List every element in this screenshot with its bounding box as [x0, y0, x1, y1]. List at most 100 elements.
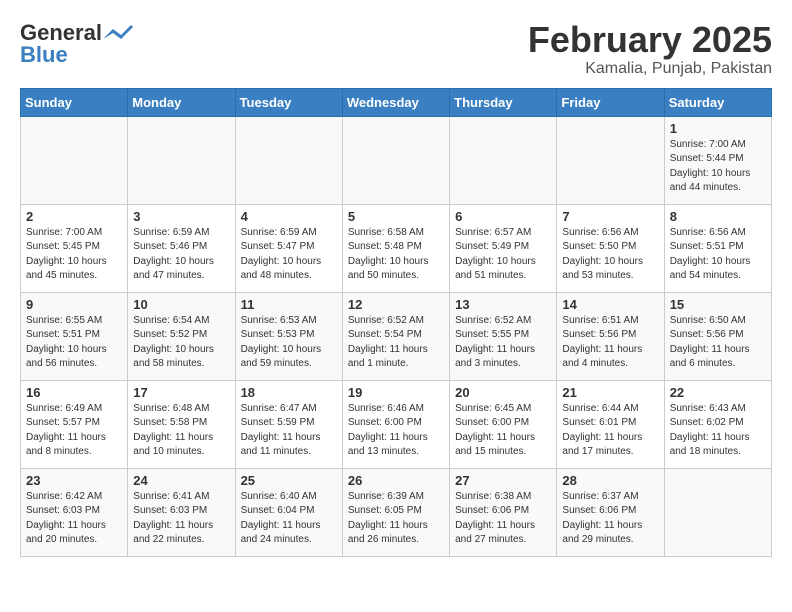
calendar-cell: 17 Sunrise: 6:48 AM Sunset: 5:58 PM Dayli… — [128, 380, 235, 468]
day-number: 12 — [348, 297, 444, 312]
calendar-cell — [557, 116, 664, 204]
cell-info: Sunrise: 6:51 AM Sunset: 5:56 PM Dayligh… — [562, 314, 658, 372]
cell-info: Sunrise: 7:00 AM Sunset: 5:44 PM Dayligh… — [670, 138, 766, 196]
month-title: February 2025 — [528, 20, 772, 60]
cell-info: Sunrise: 6:52 AM Sunset: 5:54 PM Dayligh… — [348, 314, 444, 372]
cell-info: Sunrise: 6:58 AM Sunset: 5:48 PM Dayligh… — [348, 226, 444, 284]
title-block: February 2025 Kamalia, Punjab, Pakistan — [528, 20, 772, 78]
day-number: 14 — [562, 297, 658, 312]
day-number: 25 — [241, 473, 337, 488]
cell-info: Sunrise: 6:59 AM Sunset: 5:47 PM Dayligh… — [241, 226, 337, 284]
calendar-table: SundayMondayTuesdayWednesdayThursdayFrid… — [20, 88, 772, 557]
calendar-cell: 27 Sunrise: 6:38 AM Sunset: 6:06 PM Dayli… — [450, 468, 557, 556]
cell-info: Sunrise: 6:59 AM Sunset: 5:46 PM Dayligh… — [133, 226, 229, 284]
calendar-cell: 16Sunrise: 6:49 AM Sunset: 5:57 PM Dayli… — [21, 380, 128, 468]
day-number: 1 — [670, 121, 766, 136]
day-number: 2 — [26, 209, 122, 224]
calendar-cell — [342, 116, 449, 204]
day-number: 27 — [455, 473, 551, 488]
cell-info: Sunrise: 7:00 AM Sunset: 5:45 PM Dayligh… — [26, 226, 122, 284]
calendar-week-row: 1 Sunrise: 7:00 AM Sunset: 5:44 PM Daylig… — [21, 116, 772, 204]
cell-info: Sunrise: 6:49 AM Sunset: 5:57 PM Dayligh… — [26, 402, 122, 460]
cell-info: Sunrise: 6:38 AM Sunset: 6:06 PM Dayligh… — [455, 490, 551, 548]
calendar-cell — [235, 116, 342, 204]
calendar-week-row: 2 Sunrise: 7:00 AM Sunset: 5:45 PM Daylig… — [21, 204, 772, 292]
page-header: General Blue February 2025 Kamalia, Punj… — [20, 20, 772, 78]
calendar-cell: 1 Sunrise: 7:00 AM Sunset: 5:44 PM Daylig… — [664, 116, 771, 204]
calendar-cell: 5Sunrise: 6:58 AM Sunset: 5:48 PM Daylig… — [342, 204, 449, 292]
calendar-cell: 15Sunrise: 6:50 AM Sunset: 5:56 PM Dayli… — [664, 292, 771, 380]
cell-info: Sunrise: 6:46 AM Sunset: 6:00 PM Dayligh… — [348, 402, 444, 460]
calendar-cell — [128, 116, 235, 204]
calendar-cell — [664, 468, 771, 556]
day-number: 17 — [133, 385, 229, 400]
header-day-tuesday: Tuesday — [235, 88, 342, 116]
calendar-cell: 23Sunrise: 6:42 AM Sunset: 6:03 PM Dayli… — [21, 468, 128, 556]
calendar-cell: 13 Sunrise: 6:52 AM Sunset: 5:55 PM Dayli… — [450, 292, 557, 380]
calendar-body: 1 Sunrise: 7:00 AM Sunset: 5:44 PM Daylig… — [21, 116, 772, 556]
day-number: 8 — [670, 209, 766, 224]
calendar-cell: 20 Sunrise: 6:45 AM Sunset: 6:00 PM Dayli… — [450, 380, 557, 468]
cell-info: Sunrise: 6:50 AM Sunset: 5:56 PM Dayligh… — [670, 314, 766, 372]
day-number: 21 — [562, 385, 658, 400]
day-number: 9 — [26, 297, 122, 312]
calendar-cell: 3 Sunrise: 6:59 AM Sunset: 5:46 PM Daylig… — [128, 204, 235, 292]
calendar-cell: 6 Sunrise: 6:57 AM Sunset: 5:49 PM Daylig… — [450, 204, 557, 292]
calendar-cell — [450, 116, 557, 204]
calendar-cell: 25 Sunrise: 6:40 AM Sunset: 6:04 PM Dayli… — [235, 468, 342, 556]
calendar-cell: 4 Sunrise: 6:59 AM Sunset: 5:47 PM Daylig… — [235, 204, 342, 292]
cell-info: Sunrise: 6:43 AM Sunset: 6:02 PM Dayligh… — [670, 402, 766, 460]
day-number: 13 — [455, 297, 551, 312]
day-number: 24 — [133, 473, 229, 488]
calendar-cell: 12 Sunrise: 6:52 AM Sunset: 5:54 PM Dayli… — [342, 292, 449, 380]
day-number: 6 — [455, 209, 551, 224]
header-day-monday: Monday — [128, 88, 235, 116]
calendar-cell: 10 Sunrise: 6:54 AM Sunset: 5:52 PM Dayli… — [128, 292, 235, 380]
calendar-cell: 11 Sunrise: 6:53 AM Sunset: 5:53 PM Dayli… — [235, 292, 342, 380]
calendar-week-row: 23Sunrise: 6:42 AM Sunset: 6:03 PM Dayli… — [21, 468, 772, 556]
cell-info: Sunrise: 6:37 AM Sunset: 6:06 PM Dayligh… — [562, 490, 658, 548]
day-number: 20 — [455, 385, 551, 400]
calendar-week-row: 9 Sunrise: 6:55 AM Sunset: 5:51 PM Daylig… — [21, 292, 772, 380]
header-day-wednesday: Wednesday — [342, 88, 449, 116]
day-number: 23 — [26, 473, 122, 488]
calendar-cell: 18 Sunrise: 6:47 AM Sunset: 5:59 PM Dayli… — [235, 380, 342, 468]
header-day-saturday: Saturday — [664, 88, 771, 116]
location: Kamalia, Punjab, Pakistan — [528, 60, 772, 78]
calendar-header-row: SundayMondayTuesdayWednesdayThursdayFrid… — [21, 88, 772, 116]
cell-info: Sunrise: 6:48 AM Sunset: 5:58 PM Dayligh… — [133, 402, 229, 460]
cell-info: Sunrise: 6:55 AM Sunset: 5:51 PM Dayligh… — [26, 314, 122, 372]
day-number: 26 — [348, 473, 444, 488]
day-number: 18 — [241, 385, 337, 400]
day-number: 3 — [133, 209, 229, 224]
logo-bird-icon — [103, 25, 133, 43]
day-number: 22 — [670, 385, 766, 400]
calendar-cell: 19 Sunrise: 6:46 AM Sunset: 6:00 PM Dayli… — [342, 380, 449, 468]
calendar-cell: 24 Sunrise: 6:41 AM Sunset: 6:03 PM Dayli… — [128, 468, 235, 556]
calendar-cell: 28 Sunrise: 6:37 AM Sunset: 6:06 PM Dayli… — [557, 468, 664, 556]
calendar-cell: 8 Sunrise: 6:56 AM Sunset: 5:51 PM Daylig… — [664, 204, 771, 292]
cell-info: Sunrise: 6:52 AM Sunset: 5:55 PM Dayligh… — [455, 314, 551, 372]
header-day-sunday: Sunday — [21, 88, 128, 116]
header-day-thursday: Thursday — [450, 88, 557, 116]
cell-info: Sunrise: 6:40 AM Sunset: 6:04 PM Dayligh… — [241, 490, 337, 548]
day-number: 11 — [241, 297, 337, 312]
cell-info: Sunrise: 6:47 AM Sunset: 5:59 PM Dayligh… — [241, 402, 337, 460]
cell-info: Sunrise: 6:56 AM Sunset: 5:51 PM Dayligh… — [670, 226, 766, 284]
cell-info: Sunrise: 6:57 AM Sunset: 5:49 PM Dayligh… — [455, 226, 551, 284]
calendar-cell: 14 Sunrise: 6:51 AM Sunset: 5:56 PM Dayli… — [557, 292, 664, 380]
calendar-cell: 22 Sunrise: 6:43 AM Sunset: 6:02 PM Dayli… — [664, 380, 771, 468]
cell-info: Sunrise: 6:54 AM Sunset: 5:52 PM Dayligh… — [133, 314, 229, 372]
cell-info: Sunrise: 6:53 AM Sunset: 5:53 PM Dayligh… — [241, 314, 337, 372]
cell-info: Sunrise: 6:41 AM Sunset: 6:03 PM Dayligh… — [133, 490, 229, 548]
cell-info: Sunrise: 6:56 AM Sunset: 5:50 PM Dayligh… — [562, 226, 658, 284]
day-number: 4 — [241, 209, 337, 224]
day-number: 10 — [133, 297, 229, 312]
day-number: 28 — [562, 473, 658, 488]
calendar-cell: 26Sunrise: 6:39 AM Sunset: 6:05 PM Dayli… — [342, 468, 449, 556]
logo: General Blue — [20, 20, 133, 68]
calendar-cell: 2 Sunrise: 7:00 AM Sunset: 5:45 PM Daylig… — [21, 204, 128, 292]
day-number: 19 — [348, 385, 444, 400]
logo-blue-text: Blue — [20, 42, 68, 68]
cell-info: Sunrise: 6:45 AM Sunset: 6:00 PM Dayligh… — [455, 402, 551, 460]
